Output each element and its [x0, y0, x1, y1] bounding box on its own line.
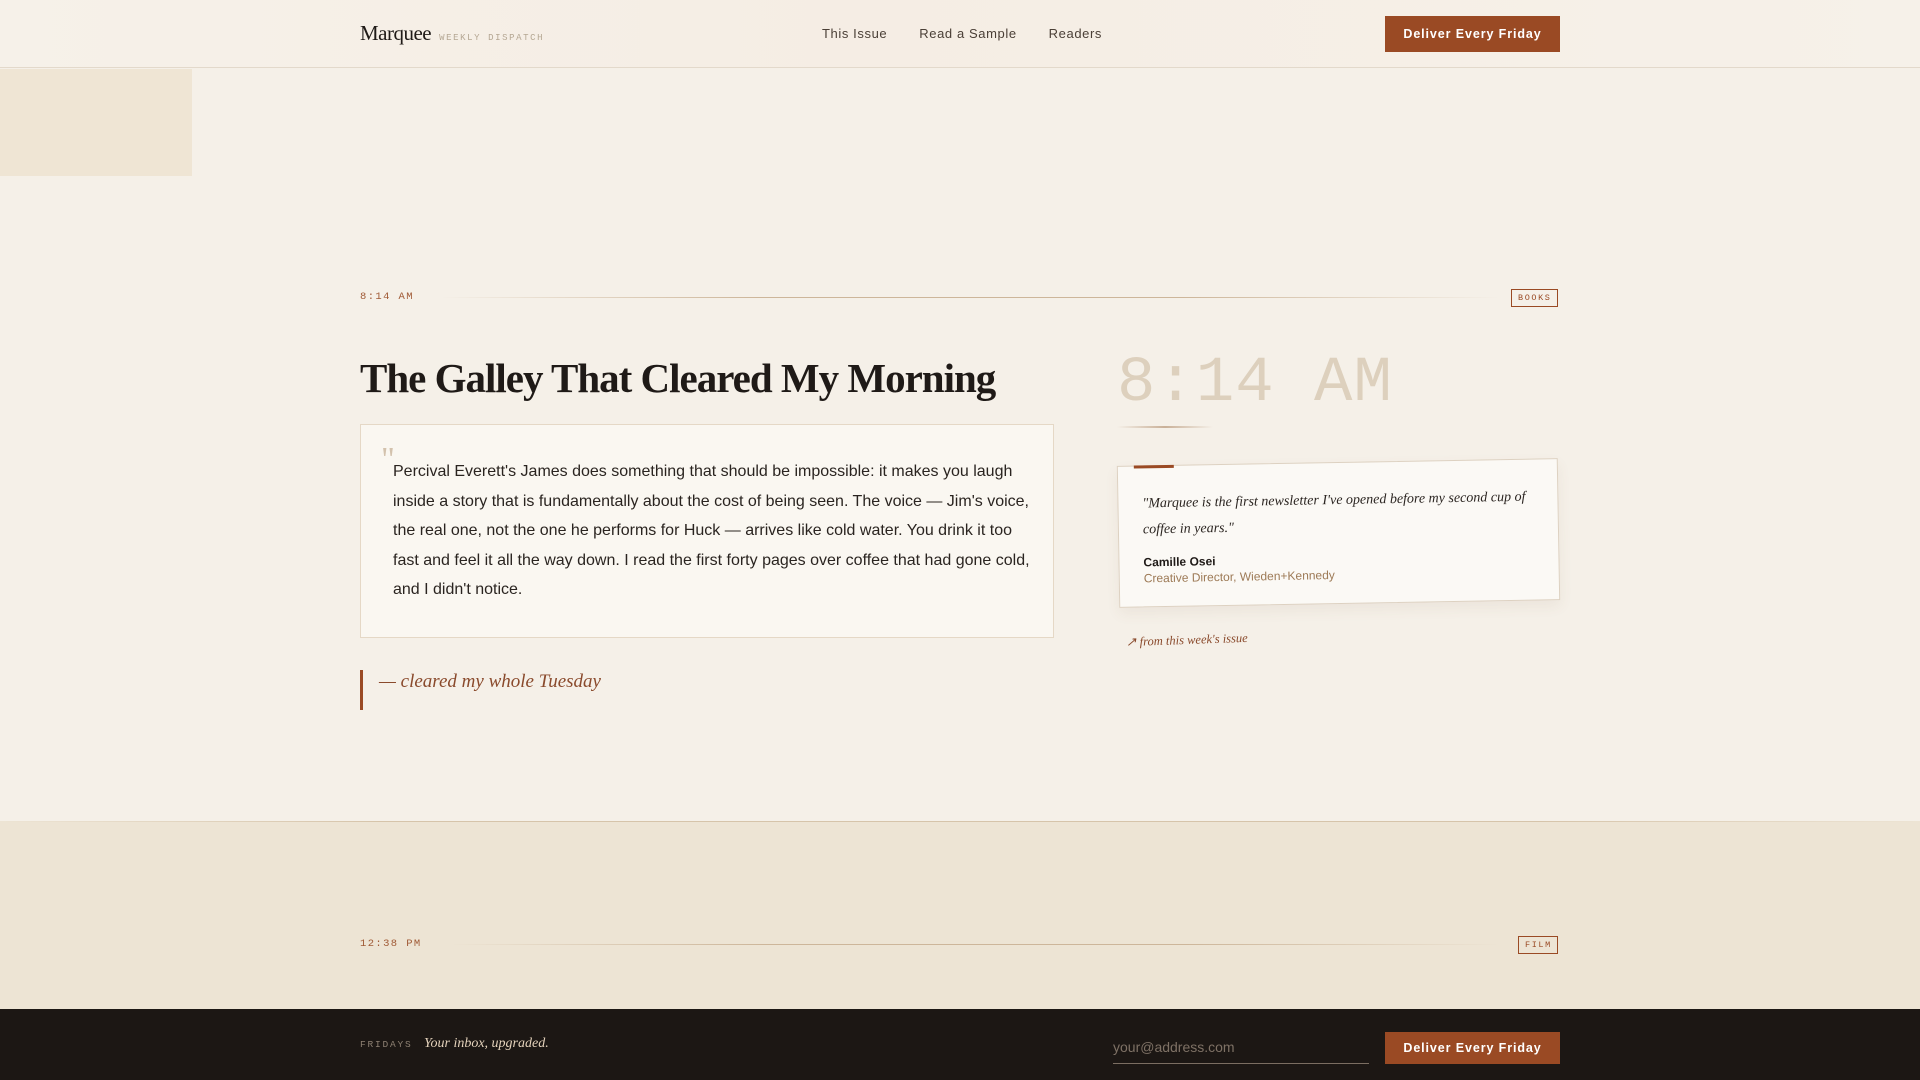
pull-quote: — cleared my whole Tuesday [360, 670, 601, 710]
nav-link-this-issue[interactable]: This Issue [822, 26, 887, 41]
email-input[interactable] [1113, 1030, 1369, 1064]
next-entry-time-label: 12:38 PM [360, 938, 422, 950]
testimonial-quote: "Marquee is the first newsletter I've op… [1142, 489, 1526, 538]
issue-annotation: ↗ from this week's issue [1125, 630, 1248, 650]
subscribe-bar-tagline: Your inbox, upgraded. [424, 1036, 549, 1051]
next-entry-band [0, 821, 1920, 1010]
entry-headline: The Galley That Cleared My Morning [360, 355, 996, 401]
brand[interactable]: Marquee WEEKLY DISPATCH [360, 21, 544, 46]
nav-link-read-a-sample[interactable]: Read a Sample [919, 26, 1016, 41]
testimonial-role: Creative Director, Wieden+Kennedy [1143, 568, 1335, 586]
testimonial-accent [1133, 464, 1174, 469]
brand-name[interactable]: Marquee [360, 21, 432, 46]
next-entry-divider [450, 944, 1500, 945]
subscribe-bar [0, 1009, 1920, 1080]
excerpt-card: " Percival Everett's James does somethin… [360, 424, 1054, 638]
top-navigation-bar: Marquee WEEKLY DISPATCH This Issue Read … [0, 0, 1920, 68]
entry-divider [440, 297, 1500, 298]
excerpt-text: Percival Everett's James does something … [393, 463, 1030, 599]
brand-tagline: WEEKLY DISPATCH [439, 33, 545, 43]
category-badge: BOOKS [1511, 289, 1558, 307]
testimonial-author: Camille Osei [1143, 554, 1216, 570]
main-nav: This Issue Read a Sample Readers [822, 26, 1102, 41]
band-divider [0, 821, 1920, 822]
testimonial-card: "Marquee is the first newsletter I've op… [1116, 458, 1561, 608]
subscribe-bar-label: FRIDAYS [360, 1039, 413, 1050]
decorative-block [0, 69, 192, 176]
next-category-badge: FILM [1518, 936, 1558, 954]
footer-subscribe-button[interactable]: Deliver Every Friday [1385, 1032, 1560, 1064]
entry-time-label: 8:14 AM [360, 291, 414, 303]
subscribe-button[interactable]: Deliver Every Friday [1385, 16, 1560, 52]
large-time-display: 8:14 AM [1117, 348, 1393, 420]
time-underline [1117, 426, 1213, 428]
nav-link-readers[interactable]: Readers [1049, 26, 1102, 41]
